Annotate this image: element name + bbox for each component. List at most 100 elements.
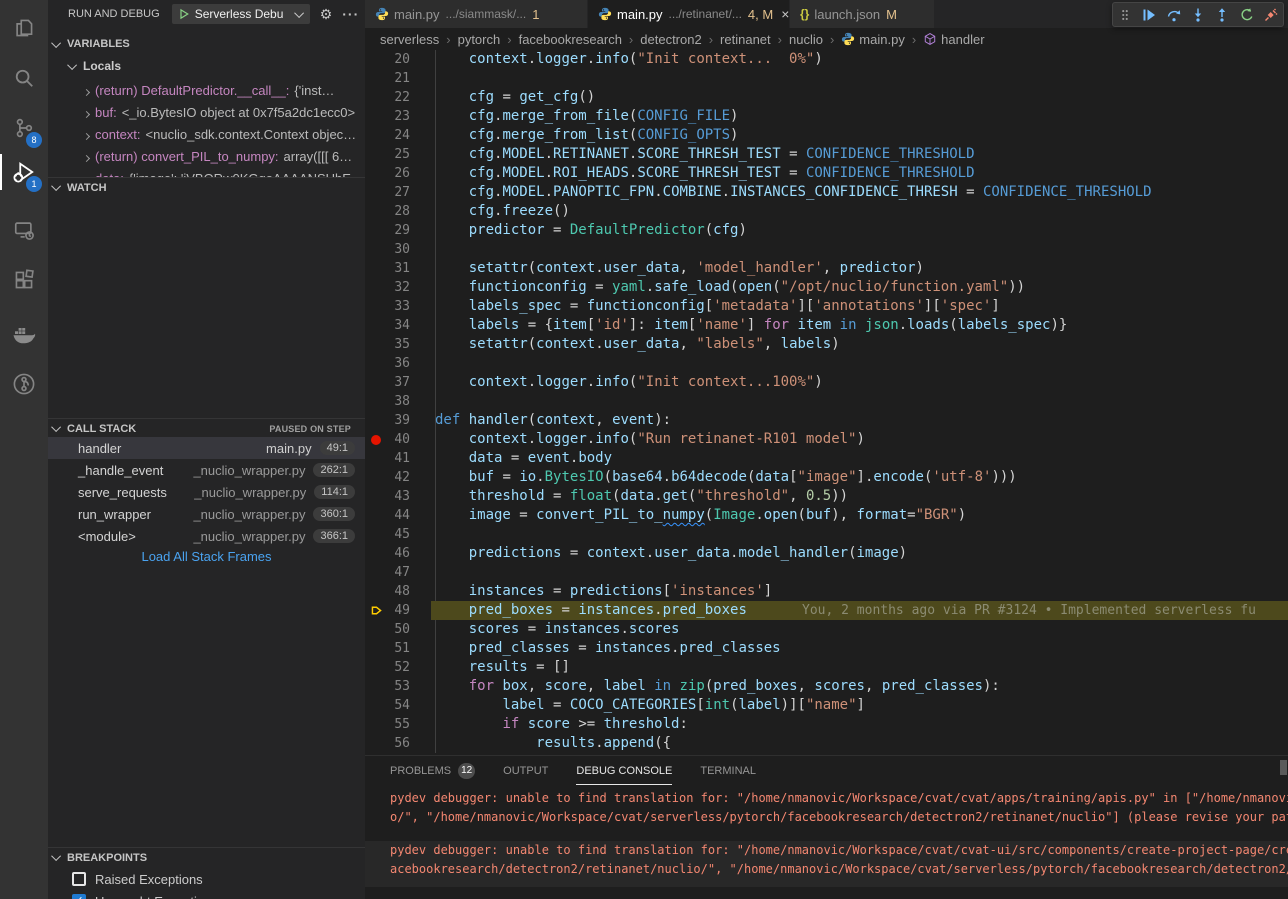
console-message[interactable]: pydev debugger: unable to find translati… xyxy=(365,789,1288,835)
breadcrumb-item[interactable]: ›nuclio xyxy=(771,32,823,47)
call-stack-section-header[interactable]: CALL STACK PAUSED ON STEP xyxy=(48,418,365,438)
breadcrumb-item[interactable]: ›facebookresearch xyxy=(500,32,622,47)
breadcrumb-item[interactable]: serverless xyxy=(380,32,439,47)
extensions-icon[interactable] xyxy=(0,258,48,302)
variable-row[interactable]: context:<nuclio_sdk.context.Context obje… xyxy=(48,123,365,145)
code-line[interactable]: 54 label = COCO_CATEGORIES[int(label)]["… xyxy=(365,696,1288,715)
source-control-icon[interactable]: 8 xyxy=(0,106,48,150)
step-into-icon[interactable] xyxy=(1186,3,1210,26)
step-over-icon[interactable] xyxy=(1162,3,1186,26)
code-line[interactable]: 36 xyxy=(365,354,1288,373)
code-line[interactable]: 35 setattr(context.user_data, "labels", … xyxy=(365,335,1288,354)
variable-row[interactable]: data:{'image': 'iVBORw0KGgoAAAANSUhE… 55 xyxy=(48,167,365,177)
search-icon[interactable] xyxy=(0,56,48,100)
code-line[interactable]: 26 cfg.MODEL.ROI_HEADS.SCORE_THRESH_TEST… xyxy=(365,164,1288,183)
code-line[interactable]: 52 results = [] xyxy=(365,658,1288,677)
code-line[interactable]: 51 pred_classes = instances.pred_classes xyxy=(365,639,1288,658)
load-all-stack-frames-link[interactable]: Load All Stack Frames xyxy=(48,549,365,564)
code-line[interactable]: 25 cfg.MODEL.RETINANET.SCORE_THRESH_TEST… xyxy=(365,145,1288,164)
panel-tab-output[interactable]: OUTPUT xyxy=(503,763,548,785)
panel-tab-terminal[interactable]: TERMINAL xyxy=(700,763,756,785)
line-number: 33 xyxy=(365,297,410,316)
code-line[interactable]: 28 cfg.freeze() xyxy=(365,202,1288,221)
panel-tab-debug-console[interactable]: DEBUG CONSOLE xyxy=(576,763,672,785)
variable-row[interactable]: buf:<_io.BytesIO object at 0x7f5a2dc1ecc… xyxy=(48,101,365,123)
docker-icon[interactable] xyxy=(0,312,48,356)
code-line[interactable]: 49 pred_boxes = instances.pred_boxesYou,… xyxy=(365,601,1288,620)
continue-icon[interactable] xyxy=(1137,3,1161,26)
call-stack-frame[interactable]: _handle_event_nuclio_wrapper.py262:1 xyxy=(48,459,365,481)
toolbar-drag-grip[interactable] xyxy=(1113,3,1137,26)
breakpoints-section-header[interactable]: BREAKPOINTS xyxy=(48,847,365,867)
code-line[interactable]: 39def handler(context, event): xyxy=(365,411,1288,430)
editor-tab[interactable]: main.py.../siammask/...1 xyxy=(365,0,588,28)
breadcrumb-item[interactable]: ›retinanet xyxy=(702,32,771,47)
code-line[interactable]: 32 functionconfig = yaml.safe_load(open(… xyxy=(365,278,1288,297)
code-text: instances = predictions['instances'] xyxy=(435,582,772,601)
code-line[interactable]: 46 predictions = context.user_data.model… xyxy=(365,544,1288,563)
remote-explorer-icon[interactable] xyxy=(0,208,48,252)
editor-tab[interactable]: main.py.../retinanet/...4, M× xyxy=(588,0,790,28)
run-and-debug-icon[interactable]: 1 xyxy=(0,150,48,194)
checkbox-unchecked[interactable] xyxy=(72,872,86,886)
code-line[interactable]: 21 xyxy=(365,69,1288,88)
code-line[interactable]: 50 scores = instances.scores xyxy=(365,620,1288,639)
code-line[interactable]: 22 cfg = get_cfg() xyxy=(365,88,1288,107)
call-stack-frame[interactable]: run_wrapper_nuclio_wrapper.py360:1 xyxy=(48,503,365,525)
code-line[interactable]: 24 cfg.merge_from_list(CONFIG_OPTS) xyxy=(365,126,1288,145)
code-line[interactable]: 55 if score >= threshold: xyxy=(365,715,1288,734)
launch-config-dropdown[interactable]: Serverless Debu xyxy=(172,4,310,24)
line-number: 27 xyxy=(365,183,410,202)
git-graph-icon[interactable] xyxy=(0,362,48,406)
debug-console-output[interactable]: pydev debugger: unable to find translati… xyxy=(365,786,1288,899)
restart-icon[interactable] xyxy=(1234,3,1258,26)
variables-section-header[interactable]: VARIABLES xyxy=(48,34,365,54)
breakpoint-row[interactable]: ✓Uncaught Exceptions xyxy=(48,890,365,899)
watch-section-header[interactable]: WATCH xyxy=(48,177,365,197)
step-out-icon[interactable] xyxy=(1210,3,1234,26)
breadcrumb-item[interactable]: ›main.py xyxy=(823,32,905,47)
code-line[interactable]: 30 xyxy=(365,240,1288,259)
code-editor[interactable]: 20 context.logger.info("Init context... … xyxy=(365,50,1288,755)
code-line[interactable]: 53 for box, score, label in zip(pred_box… xyxy=(365,677,1288,696)
code-line[interactable]: 23 cfg.merge_from_file(CONFIG_FILE) xyxy=(365,107,1288,126)
code-line[interactable]: 41 data = event.body xyxy=(365,449,1288,468)
breadcrumb-item[interactable]: ›pytorch xyxy=(439,32,500,47)
breakpoint-row[interactable]: Raised Exceptions xyxy=(48,868,365,890)
code-line[interactable]: 45 xyxy=(365,525,1288,544)
breadcrumb-item[interactable]: ›handler xyxy=(905,32,985,47)
code-line[interactable]: 34 labels = {item['id']: item['name'] fo… xyxy=(365,316,1288,335)
disconnect-icon[interactable] xyxy=(1259,3,1283,26)
code-line[interactable]: 56 results.append({ xyxy=(365,734,1288,753)
code-line[interactable]: 42 buf = io.BytesIO(base64.b64decode(dat… xyxy=(365,468,1288,487)
call-stack-frame[interactable]: handlermain.py49:1 xyxy=(48,437,365,459)
explorer-icon[interactable] xyxy=(0,6,48,50)
console-message[interactable]: pydev debugger: unable to find translati… xyxy=(365,841,1288,887)
breadcrumb-item[interactable]: ›detectron2 xyxy=(622,32,702,47)
gear-icon[interactable]: ⚙ xyxy=(320,7,333,21)
call-stack-frame[interactable]: serve_requests_nuclio_wrapper.py114:1 xyxy=(48,481,365,503)
variable-row[interactable]: (return) DefaultPredictor.__call__:{'ins… xyxy=(48,79,365,101)
code-line[interactable]: 37 context.logger.info("Init context...1… xyxy=(365,373,1288,392)
code-line[interactable]: 27 cfg.MODEL.PANOPTIC_FPN.COMBINE.INSTAN… xyxy=(365,183,1288,202)
code-line[interactable]: 40 context.logger.info("Run retinanet-R1… xyxy=(365,430,1288,449)
close-icon[interactable]: × xyxy=(781,6,789,22)
code-line[interactable]: 44 image = convert_PIL_to_numpy(Image.op… xyxy=(365,506,1288,525)
code-line[interactable]: 33 labels_spec = functionconfig['metadat… xyxy=(365,297,1288,316)
editor-tab[interactable]: {}launch.jsonM xyxy=(790,0,935,28)
variables-scope-locals[interactable]: Locals xyxy=(48,56,365,76)
more-actions-icon[interactable]: ··· xyxy=(342,7,359,21)
checkbox-checked[interactable]: ✓ xyxy=(72,894,86,899)
code-line[interactable]: 29 predictor = DefaultPredictor(cfg) xyxy=(365,221,1288,240)
code-line[interactable]: 38 xyxy=(365,392,1288,411)
code-line[interactable]: 20 context.logger.info("Init context... … xyxy=(365,50,1288,69)
code-line[interactable]: 48 instances = predictions['instances'] xyxy=(365,582,1288,601)
code-line[interactable]: 47 xyxy=(365,563,1288,582)
panel-tab-problems[interactable]: PROBLEMS12 xyxy=(390,763,475,785)
code-line[interactable]: 43 threshold = float(data.get("threshold… xyxy=(365,487,1288,506)
panel-scrollbar[interactable] xyxy=(1280,760,1287,775)
variable-row[interactable]: (return) convert_PIL_to_numpy:array([[[ … xyxy=(48,145,365,167)
frame-function: _handle_event xyxy=(78,463,163,478)
code-line[interactable]: 31 setattr(context.user_data, 'model_han… xyxy=(365,259,1288,278)
call-stack-frame[interactable]: <module>_nuclio_wrapper.py366:1 xyxy=(48,525,365,547)
